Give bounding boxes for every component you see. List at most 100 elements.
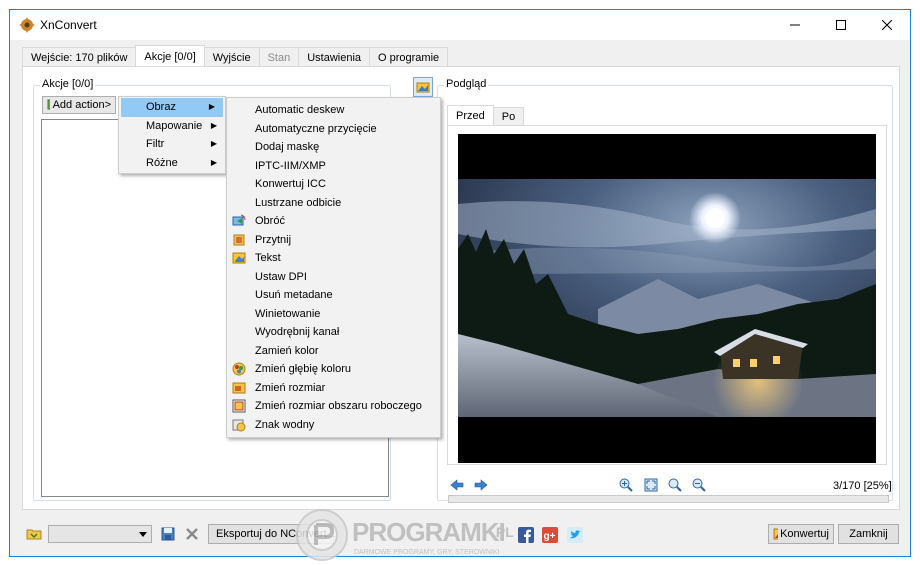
menu-item-label: Dodaj maskę: [255, 141, 320, 154]
menu-category-mapping[interactable]: Mapowanie ▶: [119, 117, 225, 136]
menu-item-convert-icc[interactable]: Konwertuj ICC: [227, 175, 440, 194]
tab-label: Ustawienia: [307, 51, 362, 64]
menu-item-auto-crop[interactable]: Automatyczne przycięcie: [227, 120, 440, 139]
zoom-icon[interactable]: [667, 477, 683, 493]
menu-category-label: Filtr: [146, 138, 165, 151]
next-image-icon[interactable]: [473, 477, 489, 493]
menu-item-label: Przytnij: [255, 233, 292, 246]
resize-icon: [232, 382, 246, 393]
menu-item-iptc-xmp[interactable]: IPTC-IIM/XMP: [227, 157, 440, 176]
menu-item-text[interactable]: Tekst: [227, 249, 440, 268]
delete-icon[interactable]: [184, 526, 200, 542]
menu-item-watermark[interactable]: Znak wodny: [227, 416, 440, 435]
fit-to-window-icon[interactable]: [643, 477, 659, 493]
minimize-button[interactable]: [772, 10, 818, 40]
preset-combo[interactable]: [48, 525, 152, 543]
rotate-icon: [232, 214, 246, 226]
preview-tabs: Przed Po: [447, 105, 525, 125]
menu-category-filter[interactable]: Filtr ▶: [119, 135, 225, 154]
menu-item-replace-color[interactable]: Zamień kolor: [227, 342, 440, 361]
folder-icon[interactable]: [26, 526, 42, 542]
tab-settings[interactable]: Ustawienia: [298, 47, 371, 67]
menu-item-label: Zmień głębię koloru: [255, 363, 351, 376]
previous-image-icon[interactable]: [449, 477, 465, 493]
close-icon: [882, 20, 892, 30]
menu-item-label: Lustrzane odbicie: [255, 196, 342, 209]
crop-icon: [233, 234, 245, 245]
close-button[interactable]: Zamknij: [838, 524, 899, 544]
menu-item-resize[interactable]: Zmień rozmiar: [227, 379, 440, 398]
twitter-icon[interactable]: [567, 527, 583, 543]
menu-item-set-dpi[interactable]: Ustaw DPI: [227, 268, 440, 287]
image-actions-submenu: Automatic deskew Automatyczne przycięcie…: [226, 97, 441, 438]
tab-output[interactable]: Wyjście: [203, 47, 260, 67]
watermark-icon: [232, 419, 246, 431]
tab-label: Po: [501, 110, 516, 123]
convert-button[interactable]: Konwertuj: [768, 524, 834, 544]
xnconvert-logo-icon: [19, 17, 35, 33]
menu-item-add-mask[interactable]: Dodaj maskę: [227, 138, 440, 157]
tab-label: Akcje [0/0]: [144, 50, 196, 63]
maximize-icon: [836, 20, 846, 30]
menu-item-color-depth[interactable]: Zmień głębię koloru: [227, 360, 440, 379]
menu-item-mirror[interactable]: Lustrzane odbicie: [227, 194, 440, 213]
menu-item-rotate[interactable]: Obróć: [227, 212, 440, 231]
maximize-button[interactable]: [818, 10, 864, 40]
menu-category-misc[interactable]: Różne ▶: [119, 154, 225, 173]
close-label: Zamknij: [849, 528, 888, 540]
menu-item-label: Zmień rozmiar: [255, 381, 326, 394]
preview-scrollbar[interactable]: [448, 495, 889, 503]
tab-input[interactable]: Wejście: 170 plików: [22, 47, 137, 67]
menu-item-label: Wyodrębnij kanał: [255, 326, 340, 339]
menu-item-label: Znak wodny: [255, 418, 315, 431]
close-window-button[interactable]: [864, 10, 910, 40]
tab-label: Wyjście: [212, 51, 251, 64]
preview-toggle-button[interactable]: [413, 77, 433, 97]
svg-text:g+: g+: [544, 531, 556, 542]
tab-about[interactable]: O programie: [369, 47, 449, 67]
canvas-resize-icon: [232, 399, 246, 413]
menu-item-label: Usuń metadane: [255, 289, 333, 302]
chevron-right-icon: ▶: [210, 139, 217, 148]
tab-label: Przed: [456, 109, 485, 122]
add-action-button[interactable]: Add action>: [42, 96, 116, 114]
menu-category-label: Obraz: [146, 101, 176, 114]
preview-image[interactable]: [458, 134, 876, 463]
add-action-icon: [47, 99, 50, 110]
chevron-right-icon: ▶: [210, 120, 217, 130]
title-bar[interactable]: XnConvert: [10, 10, 910, 40]
menu-item-label: Winietowanie: [255, 307, 321, 320]
tab-before[interactable]: Przed: [447, 105, 494, 125]
menu-item-automatic-deskew[interactable]: Automatic deskew: [227, 101, 440, 120]
save-icon[interactable]: [160, 526, 176, 542]
tab-actions[interactable]: Akcje [0/0]: [135, 45, 205, 67]
zoom-out-icon[interactable]: [691, 477, 707, 493]
google-plus-icon[interactable]: g+: [542, 527, 558, 543]
menu-item-crop[interactable]: Przytnij: [227, 231, 440, 250]
facebook-icon[interactable]: [518, 527, 534, 543]
menu-item-label: Konwertuj ICC: [255, 178, 326, 191]
chevron-down-icon: [139, 532, 147, 537]
tab-status[interactable]: Stan: [258, 47, 300, 67]
programki-watermark-logo: PROGRAMKI .PL DARMOWE PROGRAMY, GRY, STE…: [296, 509, 514, 561]
tab-label: Stan: [267, 51, 291, 64]
main-tabs: Wejście: 170 plików Akcje [0/0] Wyjście …: [22, 45, 449, 67]
chevron-right-icon: ▶: [210, 157, 217, 167]
menu-item-vignette[interactable]: Winietowanie: [227, 305, 440, 324]
zoom-in-icon[interactable]: [618, 477, 634, 493]
image-icon: [416, 82, 430, 93]
menu-item-canvas-resize[interactable]: Zmień rozmiar obszaru roboczego: [227, 397, 440, 416]
menu-category-image[interactable]: Obraz ▶: [121, 98, 223, 117]
svg-text:PROGRAMKI: PROGRAMKI: [352, 517, 505, 547]
menu-item-label: Zmień rozmiar obszaru roboczego: [255, 400, 422, 413]
chevron-right-icon: ▶: [208, 102, 215, 111]
color-depth-icon: [232, 362, 246, 376]
menu-item-extract-channel[interactable]: Wyodrębnij kanał: [227, 323, 440, 342]
svg-text:.PL: .PL: [492, 524, 514, 540]
tab-after[interactable]: Po: [492, 107, 525, 125]
menu-item-remove-metadata[interactable]: Usuń metadane: [227, 286, 440, 305]
minimize-icon: [790, 24, 800, 26]
menu-category-label: Mapowanie: [146, 119, 203, 132]
menu-item-label: Automatic deskew: [255, 104, 345, 117]
image-counter: 3/170 [25%]: [833, 480, 892, 492]
